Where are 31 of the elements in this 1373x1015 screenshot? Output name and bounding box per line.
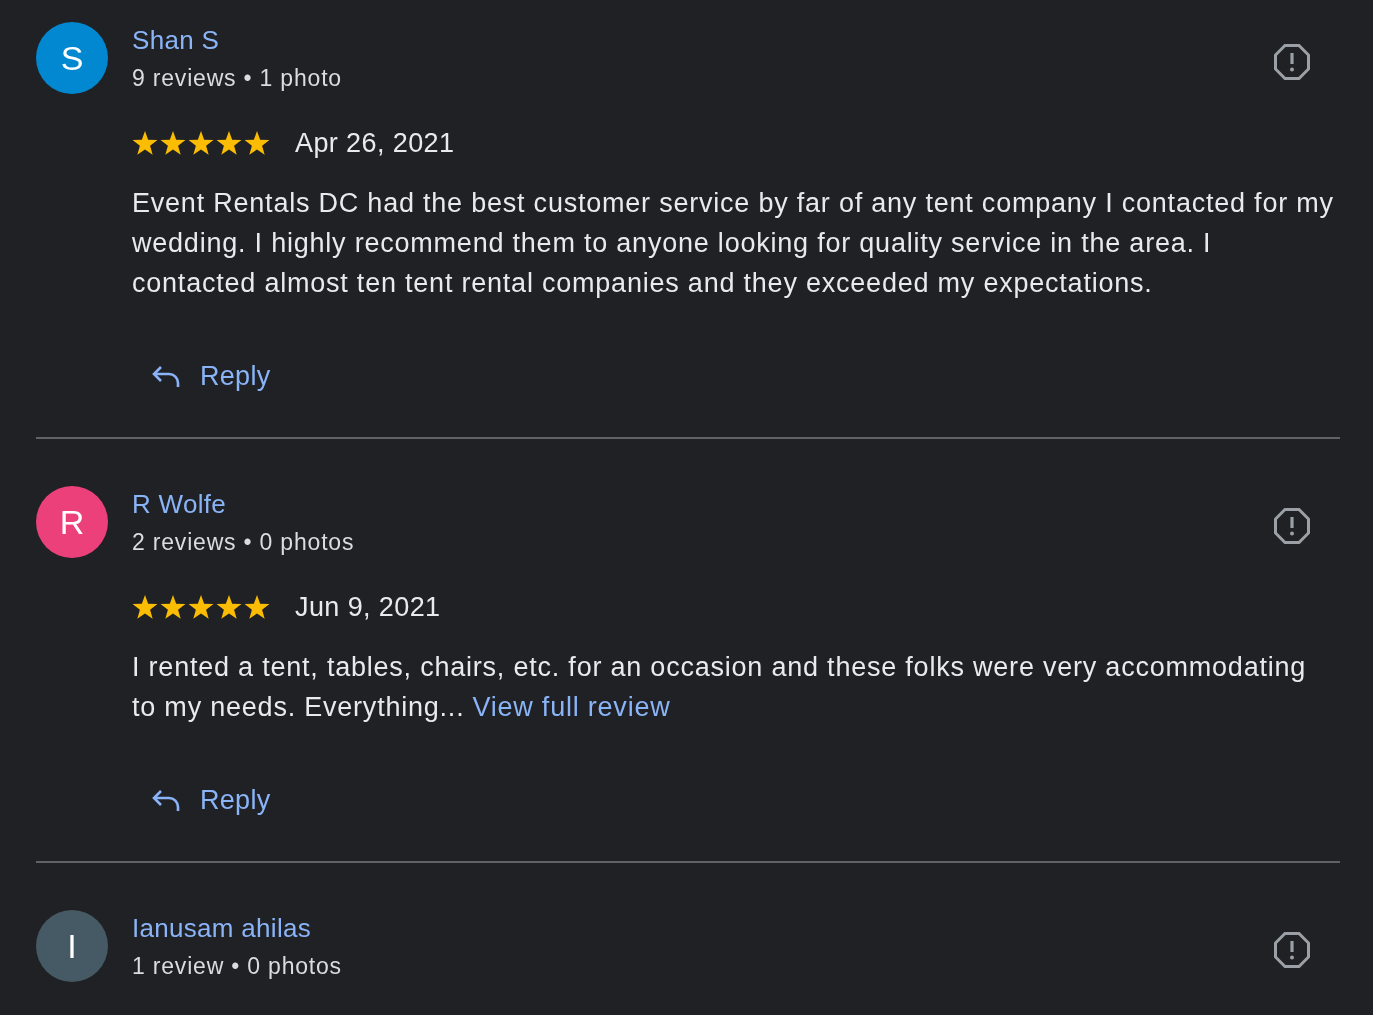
star-icon [160,594,186,620]
star-icon [188,594,214,620]
review-date: Apr 26, 2021 [295,127,455,160]
star-icon [160,130,186,156]
review-text: Event Rentals DC had the best customer service by far of any tent company I contacted for my wedding. I highly recommend them to anyone looking for quality service in the area. I contacted almost ten tent rental companies and they exceeded my expectations. [132,187,1335,300]
alert-octagon-icon[interactable] [1274,508,1310,544]
star-icon [244,594,270,620]
reply-arrow-icon [152,365,180,387]
reply-arrow-icon [152,789,180,811]
reviewer-stats: 2 reviews • 0 photos [132,528,355,557]
alert-octagon-icon[interactable] [1274,932,1310,968]
star-icon [216,130,242,156]
avatar[interactable]: S [36,22,108,94]
reviewer-stats: 9 reviews • 1 photo [132,64,342,93]
reviewer-stats: 1 review • 0 photos [132,952,342,981]
reviewer-name[interactable]: Shan S [132,24,220,56]
avatar[interactable]: R [36,486,108,558]
alert-octagon-icon[interactable] [1274,44,1310,80]
star-icon [132,130,158,156]
review-date: Jun 9, 2021 [295,591,441,624]
avatar[interactable]: I [36,910,108,982]
view-full-review-link[interactable]: View full review [472,692,671,722]
star-icon [244,130,270,156]
star-icon [132,594,158,620]
star-icon [188,130,214,156]
reviewer-name[interactable]: R Wolfe [132,488,227,520]
reviewer-name[interactable]: Ianusam ahilas [132,912,312,944]
star-icon [216,594,242,620]
reply-button[interactable]: Reply [140,352,283,400]
review-text: I rented a tent, tables, chairs, etc. for an occasion and these folks were very accommodating to my needs. Everything... View full review [132,651,1308,724]
reply-button[interactable]: Reply [140,776,283,824]
